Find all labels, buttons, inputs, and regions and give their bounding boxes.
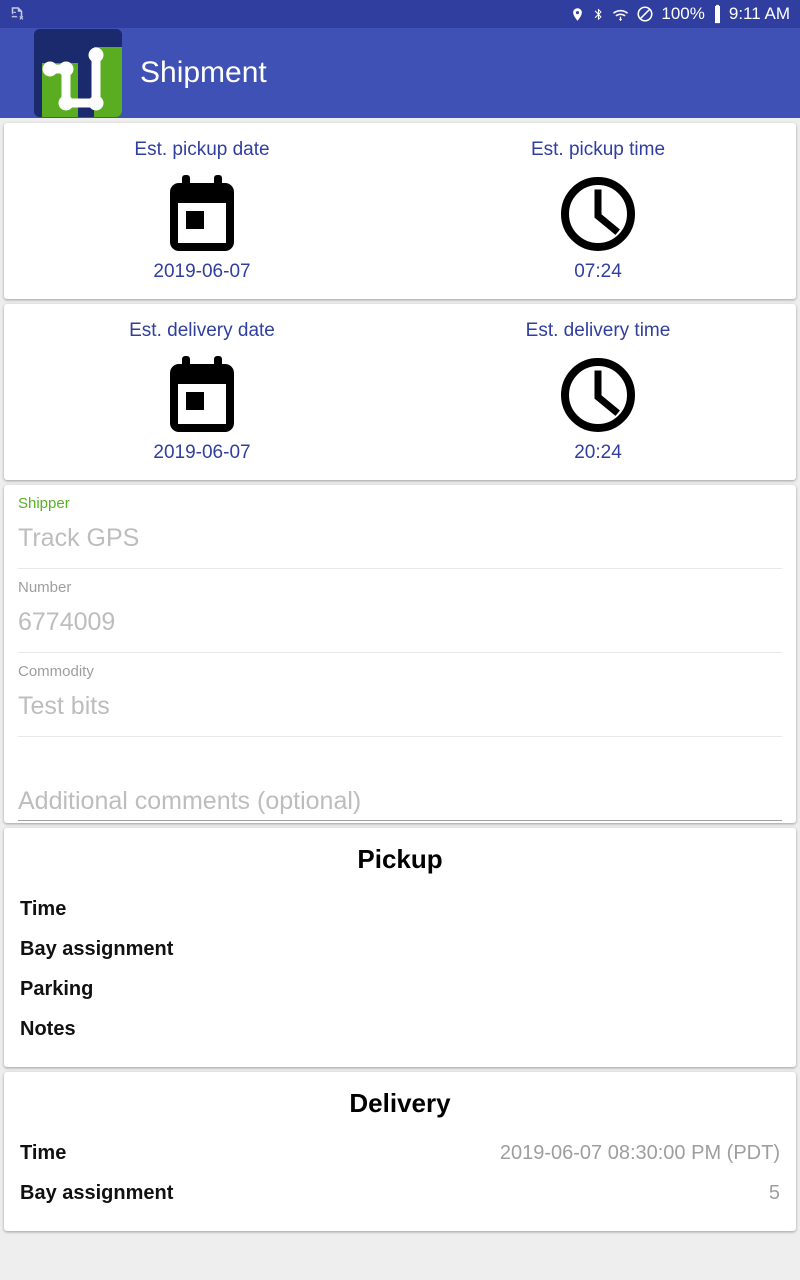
additional-comments-input[interactable]: Additional comments (optional) bbox=[18, 737, 782, 821]
sim-card-off-icon bbox=[8, 5, 26, 23]
wifi-download-icon bbox=[612, 5, 629, 24]
status-bar-left bbox=[8, 5, 26, 23]
delivery-time-value: 2019-06-07 08:30:00 PM (PDT) bbox=[499, 1142, 780, 1164]
do-not-disturb-icon bbox=[636, 5, 654, 23]
number-field[interactable]: Number 6774009 bbox=[18, 569, 782, 653]
battery-full-icon bbox=[712, 4, 723, 24]
additional-comments-placeholder: Additional comments (optional) bbox=[18, 787, 362, 815]
battery-percent-label: 100% bbox=[661, 4, 705, 23]
est-delivery-date-column[interactable]: Est. delivery date 2019-06-07 bbox=[4, 320, 400, 466]
est-delivery-date-value: 2019-06-07 bbox=[153, 442, 251, 463]
number-field-value: 6774009 bbox=[18, 608, 116, 636]
est-delivery-date-label: Est. delivery date bbox=[129, 320, 275, 341]
pickup-time-row[interactable]: Time bbox=[4, 889, 796, 929]
clock-icon bbox=[558, 356, 638, 434]
clock-icon bbox=[558, 175, 638, 253]
status-bar: 100% 9:11 AM bbox=[0, 0, 800, 28]
est-delivery-time-value: 20:24 bbox=[574, 442, 622, 463]
est-delivery-time-column[interactable]: Est. delivery time 20:24 bbox=[400, 320, 796, 466]
pickup-notes-key: Notes bbox=[20, 1018, 76, 1040]
pickup-section-card: Pickup Time Bay assignment Parking Notes bbox=[4, 828, 796, 1067]
delivery-time-row[interactable]: Time 2019-06-07 08:30:00 PM (PDT) bbox=[4, 1133, 796, 1173]
delivery-bay-assignment-key: Bay assignment bbox=[20, 1182, 174, 1204]
commodity-field[interactable]: Commodity Test bits bbox=[18, 653, 782, 737]
app-bar: Shipment bbox=[0, 28, 800, 118]
shipper-field-label: Shipper bbox=[18, 495, 70, 512]
est-pickup-time-column[interactable]: Est. pickup time 07:24 bbox=[400, 139, 796, 285]
delivery-section-card: Delivery Time 2019-06-07 08:30:00 PM (PD… bbox=[4, 1072, 796, 1231]
pickup-notes-row[interactable]: Notes bbox=[4, 1009, 796, 1049]
pickup-estimate-card: Est. pickup date 2019-06-07 Est. pickup … bbox=[4, 123, 796, 299]
delivery-estimate-card: Est. delivery date 2019-06-07 Est. deliv… bbox=[4, 304, 796, 480]
est-pickup-time-label: Est. pickup time bbox=[530, 139, 666, 160]
commodity-field-value: Test bits bbox=[18, 692, 110, 720]
delivery-bay-assignment-row[interactable]: Bay assignment 5 bbox=[4, 1173, 796, 1213]
status-bar-right: 100% 9:11 AM bbox=[570, 4, 790, 24]
pickup-parking-row[interactable]: Parking bbox=[4, 969, 796, 1009]
est-pickup-time-value: 07:24 bbox=[574, 261, 622, 282]
shipper-field-value: Track GPS bbox=[18, 524, 140, 552]
calendar-icon bbox=[164, 356, 240, 434]
calendar-icon bbox=[164, 175, 240, 253]
pickup-time-key: Time bbox=[20, 898, 67, 920]
pickup-section-title: Pickup bbox=[357, 844, 443, 874]
page-title: Shipment bbox=[140, 56, 267, 89]
commodity-field-label: Commodity bbox=[18, 663, 94, 680]
route-waypoints-logo bbox=[34, 29, 122, 117]
est-pickup-date-column[interactable]: Est. pickup date 2019-06-07 bbox=[4, 139, 400, 285]
pickup-bay-assignment-key: Bay assignment bbox=[20, 938, 174, 960]
delivery-bay-assignment-value: 5 bbox=[768, 1182, 780, 1204]
pickup-parking-key: Parking bbox=[20, 978, 94, 1000]
shipper-field[interactable]: Shipper Track GPS bbox=[18, 485, 782, 569]
delivery-section-title: Delivery bbox=[349, 1088, 451, 1118]
pickup-bay-assignment-row[interactable]: Bay assignment bbox=[4, 929, 796, 969]
est-delivery-time-label: Est. delivery time bbox=[525, 320, 671, 341]
est-pickup-date-label: Est. pickup date bbox=[134, 139, 270, 160]
shipment-details-card: Shipper Track GPS Number 6774009 Commodi… bbox=[4, 485, 796, 823]
number-field-label: Number bbox=[18, 579, 72, 596]
status-bar-clock: 9:11 AM bbox=[728, 4, 790, 23]
est-pickup-date-value: 2019-06-07 bbox=[153, 261, 251, 282]
delivery-time-key: Time bbox=[20, 1142, 67, 1164]
location-pin-icon bbox=[570, 5, 585, 24]
bluetooth-icon bbox=[592, 5, 605, 24]
